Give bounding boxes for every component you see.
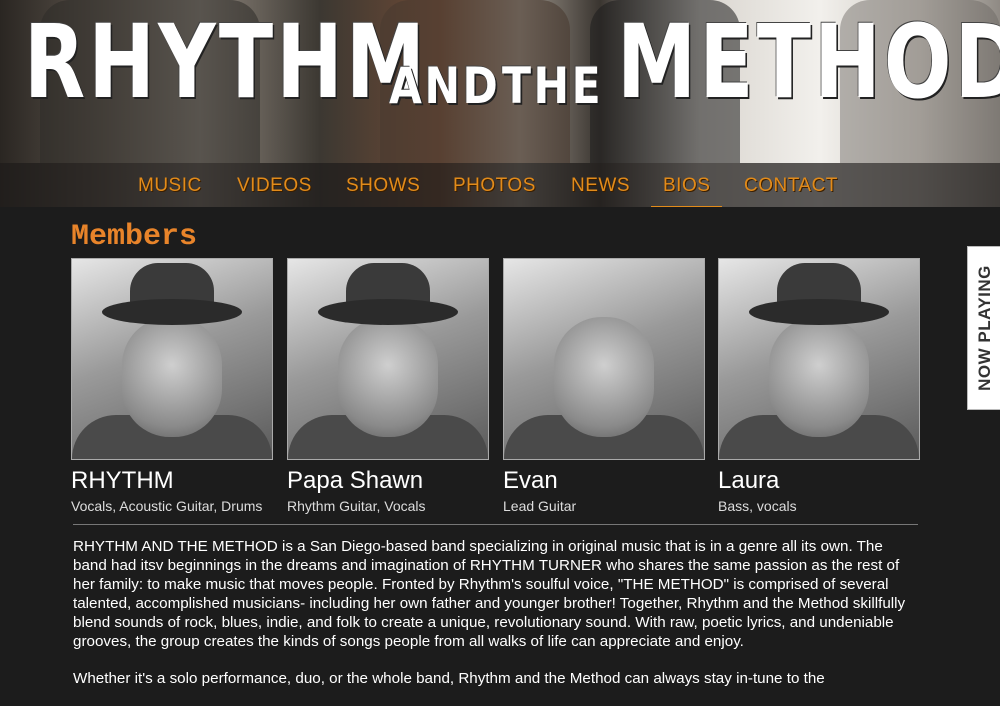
member-card: Papa Shawn Rhythm Guitar, Vocals <box>287 258 489 515</box>
header-banner: RHYTHM AND THE METHOD MUSIC VIDEOS SHOWS… <box>0 0 1000 207</box>
photo-detail <box>554 317 654 437</box>
member-role: Vocals, Acoustic Guitar, Drums <box>71 498 263 514</box>
bio-paragraph: Whether it's a solo performance, duo, or… <box>73 670 825 687</box>
member-photo[interactable] <box>718 258 920 460</box>
nav-item-bios[interactable]: BIOS <box>650 175 723 207</box>
nav-item-photos[interactable]: PHOTOS <box>453 175 536 201</box>
member-photo[interactable] <box>287 258 489 460</box>
member-name: Evan <box>503 467 558 494</box>
nav-item-news[interactable]: NEWS <box>571 175 630 201</box>
logo-word: METHOD <box>617 3 1000 122</box>
nav-item-videos[interactable]: VIDEOS <box>237 175 312 201</box>
band-logo[interactable]: RHYTHM AND THE METHOD <box>24 3 1000 122</box>
member-card: Evan Lead Guitar <box>503 258 705 515</box>
member-card: Laura Bass, vocals <box>718 258 920 515</box>
member-card: RHYTHM Vocals, Acoustic Guitar, Drums <box>71 258 273 515</box>
photo-detail <box>749 299 889 325</box>
member-photo[interactable] <box>503 258 705 460</box>
member-name: Laura <box>718 467 780 494</box>
band-bio: RHYTHM AND THE METHOD is a San Diego-bas… <box>73 537 918 706</box>
now-playing-label: NOW PLAYING <box>974 265 994 391</box>
page-title: Members <box>71 220 198 254</box>
nav-item-shows[interactable]: SHOWS <box>346 175 420 201</box>
now-playing-tab[interactable]: NOW PLAYING <box>967 246 1000 410</box>
logo-word: AND <box>389 57 501 115</box>
member-photo[interactable] <box>71 258 273 460</box>
member-role: Bass, vocals <box>718 498 797 514</box>
main-nav: MUSIC VIDEOS SHOWS PHOTOS NEWS BIOS CONT… <box>0 163 1000 207</box>
photo-detail <box>102 299 242 325</box>
logo-word: RHYTHM <box>24 3 429 122</box>
bio-paragraph: RHYTHM AND THE METHOD is a San Diego-bas… <box>73 538 906 650</box>
member-name: Papa Shawn <box>287 467 424 494</box>
nav-item-contact[interactable]: CONTACT <box>744 175 838 201</box>
photo-detail <box>122 317 222 437</box>
member-name: RHYTHM <box>71 467 174 494</box>
member-role: Rhythm Guitar, Vocals <box>287 498 426 514</box>
logo-word: THE <box>502 57 604 115</box>
photo-detail <box>318 299 458 325</box>
photo-detail <box>769 317 869 437</box>
photo-detail <box>338 317 438 437</box>
nav-item-music[interactable]: MUSIC <box>138 175 202 201</box>
member-role: Lead Guitar <box>503 498 577 514</box>
divider <box>73 524 918 525</box>
